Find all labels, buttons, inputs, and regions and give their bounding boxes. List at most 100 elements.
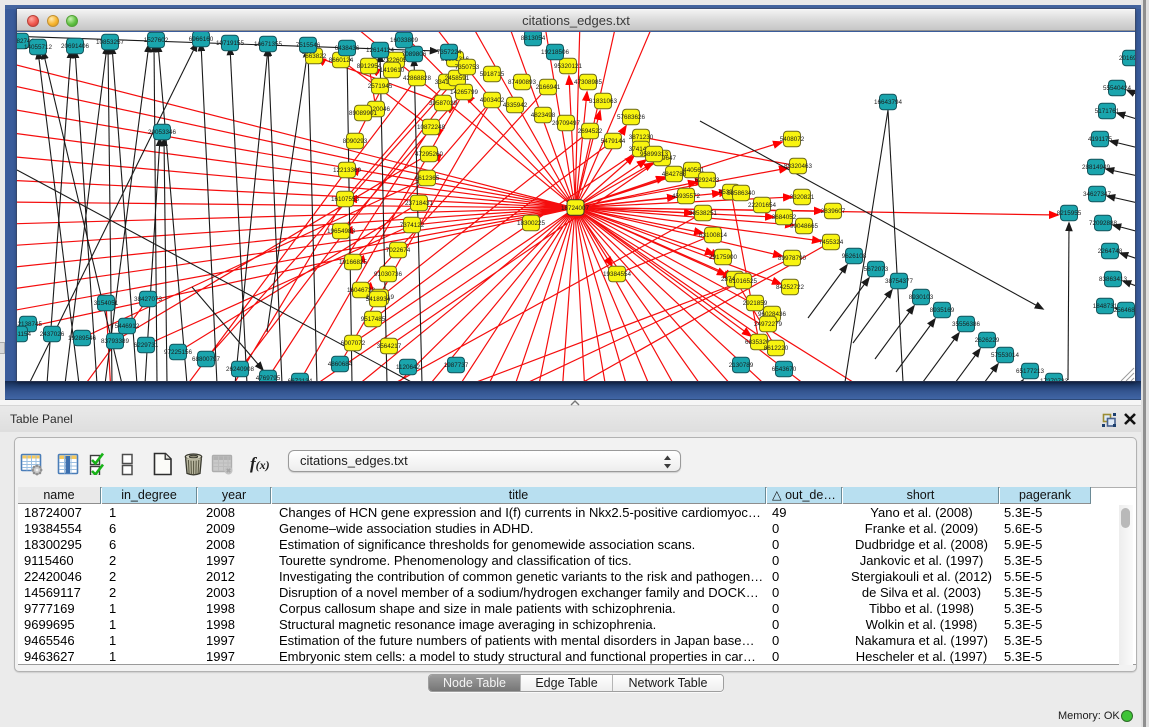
svg-text:19384554: 19384554 [603,271,632,278]
svg-text:19289546: 19289546 [68,335,97,342]
svg-text:29175900: 29175900 [709,254,738,261]
svg-text:38538251: 38538251 [689,210,718,217]
svg-text:8612220: 8612220 [764,345,789,352]
svg-text:8090293: 8090293 [343,138,368,145]
svg-text:6672134: 6672134 [288,378,313,381]
svg-text:20709497: 20709497 [552,120,581,127]
svg-text:6966160: 6966160 [189,36,214,43]
svg-text:10853257: 10853257 [96,39,125,46]
svg-text:63100814: 63100814 [699,232,728,239]
svg-text:39587039: 39587039 [429,100,458,107]
svg-text:4823498: 4823498 [531,112,556,119]
svg-text:12213369: 12213369 [333,167,362,174]
svg-text:18300225: 18300225 [517,220,546,227]
svg-text:7515546: 7515546 [296,42,321,49]
svg-text:2921859: 2921859 [743,300,768,307]
svg-text:19654983: 19654983 [327,228,356,235]
svg-text:38427073: 38427073 [134,296,163,303]
svg-text:2626229: 2626229 [975,337,1000,344]
svg-text:1419610: 1419610 [380,67,405,74]
svg-text:45935572: 45935572 [672,193,701,200]
svg-text:9517485: 9517485 [361,316,386,323]
svg-text:4903402: 4903402 [480,97,505,104]
svg-text:89978790: 89978790 [778,255,807,262]
svg-text:2694522: 2694522 [578,128,603,135]
svg-text:8912954: 8912954 [357,63,382,70]
svg-text:34627347: 34627347 [1083,191,1112,198]
svg-text:95899313: 95899313 [640,151,669,158]
svg-text:10719155: 10719155 [216,40,245,47]
svg-text:83793389: 83793389 [101,338,130,345]
svg-text:28814949: 28814949 [1082,164,1111,171]
svg-text:5041154: 5041154 [17,331,32,338]
svg-text:89089901: 89089901 [349,110,378,117]
svg-text:58586340: 58586340 [727,190,756,197]
svg-text:19166825: 19166825 [339,259,368,266]
svg-text:47308985: 47308985 [574,79,603,86]
svg-text:3564217: 3564217 [377,343,402,350]
svg-text:3320821: 3320821 [790,194,815,201]
svg-text:16671355: 16671355 [254,41,283,48]
svg-text:4769795: 4769795 [256,375,281,381]
svg-text:65177213: 65177213 [1016,368,1045,375]
svg-text:57683626: 57683626 [617,114,646,121]
svg-text:5418934: 5418934 [366,296,391,303]
svg-text:2571945: 2571945 [368,83,393,90]
svg-text:12614124: 12614124 [366,47,395,54]
svg-text:83863413: 83863413 [1099,276,1128,283]
svg-text:6292423: 6292423 [695,177,720,184]
svg-text:23718431: 23718431 [405,200,434,207]
svg-text:4335942: 4335942 [503,102,528,109]
svg-text:4842788: 4842788 [662,171,687,178]
svg-text:7455324: 7455324 [819,239,844,246]
svg-text:7357224: 7357224 [437,49,462,56]
svg-text:7089806: 7089806 [402,51,427,58]
svg-text:18724007: 18724007 [561,205,590,212]
svg-text:8813054: 8813054 [521,35,546,42]
svg-text:7022674: 7022674 [386,247,411,254]
svg-text:2264748: 2264748 [1098,248,1123,255]
svg-text:5408072: 5408072 [780,136,805,143]
svg-text:4860684: 4860684 [328,361,353,368]
svg-text:14055712: 14055712 [24,44,53,51]
svg-text:20691406: 20691406 [61,43,90,50]
svg-text:2130789: 2130789 [729,362,754,369]
svg-text:95320121: 95320121 [554,63,583,70]
svg-text:17270733: 17270733 [1040,378,1069,381]
svg-text:16033809: 16033809 [390,37,419,44]
svg-text:8215955: 8215955 [1057,210,1082,217]
svg-text:31831063: 31831063 [589,98,618,105]
svg-text:22201654: 22201654 [748,202,777,209]
svg-text:14265799: 14265799 [450,89,479,96]
svg-text:5446912: 5446912 [115,323,140,330]
svg-text:2458591: 2458591 [445,75,470,82]
svg-text:5479144: 5479144 [601,138,626,145]
svg-text:55540424: 55540424 [1103,85,1132,92]
svg-text:68800797: 68800797 [192,356,221,363]
svg-text:7663822: 7663822 [302,53,327,60]
svg-text:2564689: 2564689 [1114,307,1135,314]
svg-text:1527602: 1527602 [144,37,169,44]
svg-text:5918715: 5918715 [480,71,505,78]
svg-text:97225156: 97225156 [164,349,193,356]
svg-text:5672073: 5672073 [864,266,889,273]
svg-text:5171761: 5171761 [1095,108,1120,115]
svg-text:8935169: 8935169 [930,307,955,314]
svg-text:2839607: 2839607 [821,208,846,215]
svg-text:35556386: 35556386 [952,321,981,328]
svg-text:84252722: 84252722 [776,284,805,291]
svg-text:7374122: 7374122 [400,222,425,229]
svg-text:8930103: 8930103 [909,294,934,301]
svg-text:3684052: 3684052 [772,214,797,221]
svg-text:16643794: 16643794 [874,99,903,106]
svg-text:88320463: 88320463 [784,163,813,170]
svg-text:87490893: 87490893 [508,79,537,86]
svg-text:16107553: 16107553 [331,196,360,203]
svg-text:1987737: 1987737 [444,362,469,369]
svg-text:19218506: 19218506 [541,49,570,56]
svg-text:6438436: 6438436 [335,45,360,52]
svg-text:2166941: 2166941 [536,84,561,91]
svg-text:3154051: 3154051 [94,300,119,307]
svg-text:81016525: 81016525 [729,278,758,285]
svg-text:4191175: 4191175 [1088,136,1113,143]
